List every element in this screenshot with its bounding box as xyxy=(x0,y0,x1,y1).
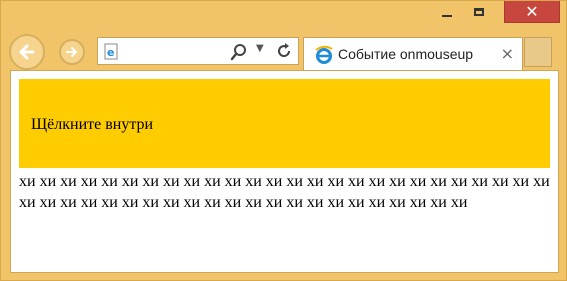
tab-close-icon[interactable]: × xyxy=(501,44,514,63)
address-bar[interactable]: e ▼ xyxy=(97,37,299,65)
forward-arrow-icon xyxy=(66,47,77,57)
back-arrow-icon xyxy=(19,44,35,60)
chevron-down-icon[interactable]: ▼ xyxy=(256,43,264,54)
svg-text:e: e xyxy=(107,46,114,59)
back-button[interactable] xyxy=(9,34,45,70)
minimize-icon xyxy=(442,15,452,17)
maximize-icon xyxy=(474,8,484,16)
search-icon[interactable] xyxy=(230,43,248,65)
navigation-toolbar: e ▼ Событие onmouseup × xyxy=(1,31,566,71)
ie-logo-icon xyxy=(314,45,334,69)
click-target-box[interactable]: Щёлкните внутри xyxy=(19,79,550,168)
new-tab-button[interactable] xyxy=(524,37,552,67)
close-window-button[interactable]: ✕ xyxy=(504,1,560,23)
text-paragraph: хи хи хи хи хи хи хи хи хи хи хи хи хи х… xyxy=(19,173,550,211)
box-text: Щёлкните внутри xyxy=(31,116,154,133)
forward-button[interactable] xyxy=(59,39,85,65)
page-viewport: Щёлкните внутри хи хи хи хи хи хи хи хи … xyxy=(10,70,559,273)
title-bar: ✕ xyxy=(1,1,566,31)
tab-title: Событие onmouseup xyxy=(338,46,474,62)
refresh-icon[interactable] xyxy=(274,41,294,65)
close-icon: ✕ xyxy=(525,2,539,21)
tab-active[interactable]: Событие onmouseup × xyxy=(303,37,523,71)
browser-window: ✕ e ▼ Событие onmouseup × Щёлкните внутр… xyxy=(0,0,567,281)
maximize-button[interactable] xyxy=(464,1,494,23)
minimize-button[interactable] xyxy=(432,1,462,23)
page-document-icon: e xyxy=(104,43,120,65)
